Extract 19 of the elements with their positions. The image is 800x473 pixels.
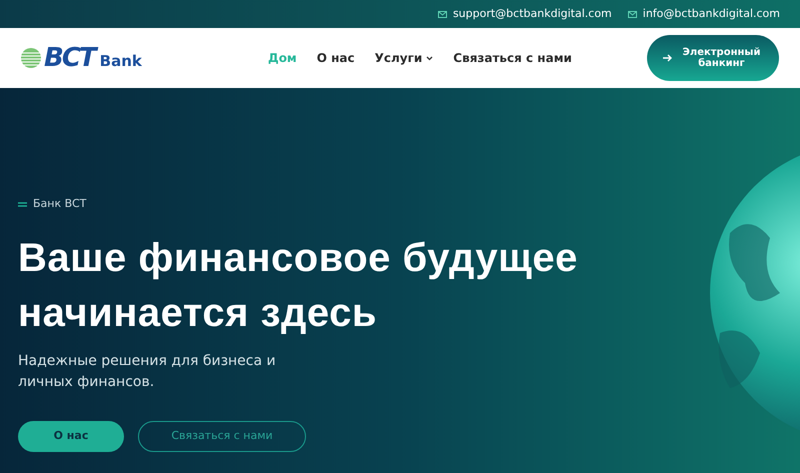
arrow-right-icon (663, 54, 672, 62)
hero-subtitle: Надежные решения для бизнеса и личных финансов. (18, 352, 277, 392)
email-link[interactable]: info@bctbankdigital.com (642, 6, 780, 22)
nav-link[interactable]: Связаться с нами (453, 49, 572, 67)
eyebrow-text: Банк BCT (33, 196, 86, 212)
chevron-down-icon (426, 56, 434, 60)
nav-link[interactable]: О нас (316, 49, 355, 67)
e-banking-button[interactable]: Электронный банкинг (647, 35, 779, 81)
hero-headline: Ваше финансовое будущее начинается здесь (18, 234, 579, 336)
contact-button[interactable]: Связаться с нами (138, 420, 306, 452)
envelope-icon (438, 10, 447, 18)
about-button[interactable]: О нас (18, 420, 124, 452)
logo-text: BCT (44, 45, 95, 71)
sphere-logo-icon (20, 47, 42, 69)
logo-text: Bank (100, 54, 142, 68)
lines-icon (18, 202, 27, 207)
email-link[interactable]: support@bctbankdigital.com (452, 6, 612, 22)
nav-link[interactable]: Услуги (374, 49, 434, 67)
envelope-icon (628, 10, 637, 18)
